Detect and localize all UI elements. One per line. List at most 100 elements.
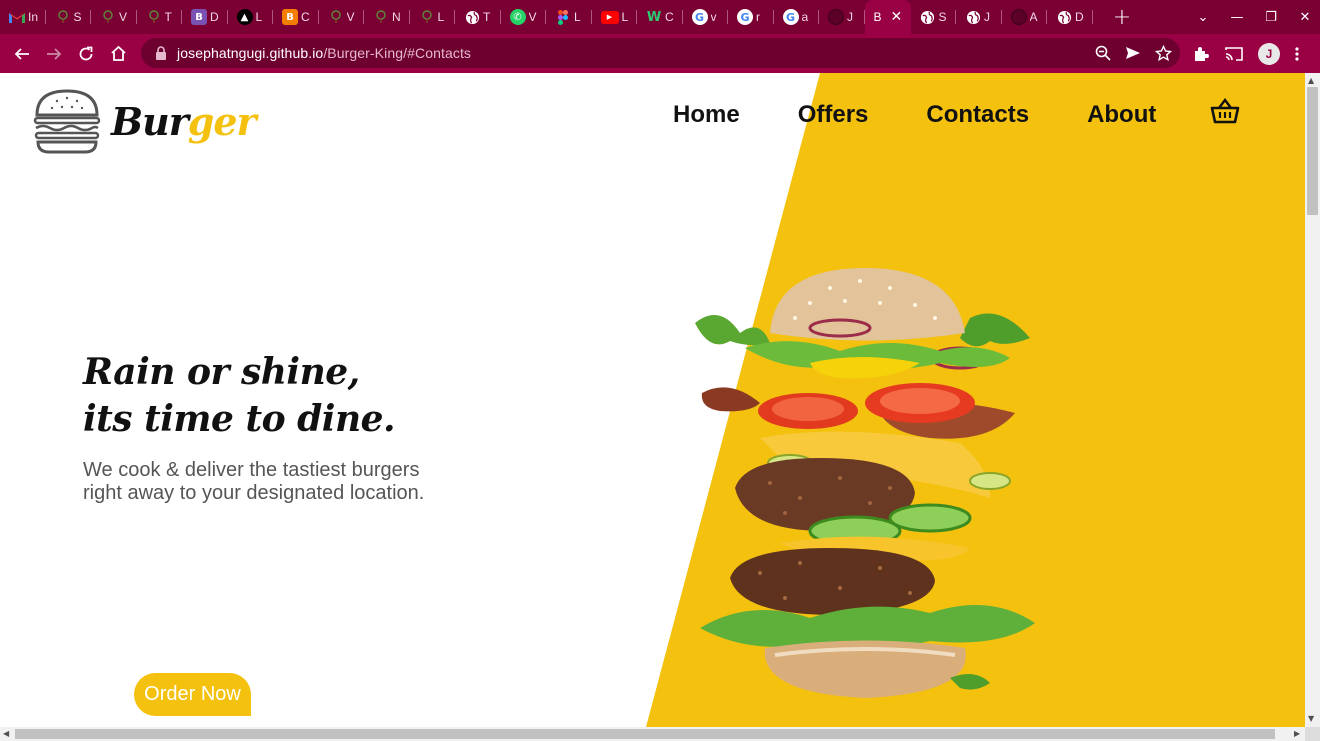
arrow-right-icon	[47, 47, 62, 60]
figma-icon	[555, 9, 571, 25]
scroll-left-icon[interactable]: ◀	[3, 729, 9, 738]
chevron-down-icon[interactable]: ⌄	[1186, 10, 1220, 25]
youtube-icon: ▶	[600, 10, 619, 24]
hero-heading: Rain or shine, its time to dine.	[83, 349, 396, 443]
tab-item[interactable]: V	[319, 0, 365, 34]
forward-button[interactable]	[38, 34, 70, 73]
scroll-up-icon[interactable]: ▲	[1308, 76, 1314, 85]
extensions-icon[interactable]	[1192, 45, 1210, 63]
github-icon	[828, 9, 844, 25]
google-icon: G	[737, 9, 753, 25]
minimize-icon[interactable]: —	[1220, 10, 1254, 25]
send-icon[interactable]	[1125, 45, 1141, 61]
tab-item[interactable]: S	[46, 0, 92, 34]
close-tab-icon[interactable]: ✕	[891, 9, 903, 25]
logo-part-2: ger	[187, 98, 257, 144]
tab-item[interactable]: A	[1002, 0, 1048, 34]
zoom-icon[interactable]	[1095, 45, 1111, 61]
logo-wordmark: Burger	[111, 98, 257, 144]
tab-item[interactable]: B C	[273, 0, 319, 34]
new-tab-button[interactable]: +	[1110, 0, 1134, 34]
kebab-menu-icon[interactable]	[1294, 46, 1300, 62]
window-controls: ⌄ — ❐ ✕	[1186, 0, 1320, 34]
tab-label: J	[984, 10, 990, 24]
order-now-button[interactable]: Order Now	[134, 673, 251, 716]
github-icon	[1010, 9, 1027, 25]
whatsapp-icon: ✆	[509, 9, 526, 25]
url-text: josephatngugi.github.io/Burger-King/#Con…	[177, 45, 471, 61]
back-button[interactable]	[6, 34, 38, 73]
reload-button[interactable]	[70, 34, 102, 73]
tab-label: S	[73, 10, 82, 24]
tab-item[interactable]: W C	[637, 0, 683, 34]
tab-item[interactable]: J	[819, 0, 865, 34]
tab-label: T	[483, 10, 491, 24]
tab-item[interactable]: G r	[728, 0, 774, 34]
plus-icon: +	[1112, 4, 1132, 30]
tab-label: L	[574, 10, 581, 24]
horizontal-scrollbar[interactable]: ◀ ▶	[0, 727, 1305, 741]
tab-label: L	[621, 10, 629, 24]
nav-home[interactable]: Home	[673, 101, 740, 129]
tab-item[interactable]: L	[546, 0, 592, 34]
gmail-icon	[9, 9, 25, 25]
address-bar[interactable]: josephatngugi.github.io/Burger-King/#Con…	[141, 38, 1180, 68]
tab-item[interactable]: ▲ L	[228, 0, 274, 34]
tree-icon	[373, 9, 389, 25]
tab-label: v	[710, 10, 717, 24]
vertical-scrollbar[interactable]: ▲ ▼	[1305, 73, 1320, 727]
maximize-icon[interactable]: ❐	[1254, 10, 1288, 25]
hero-heading-line-1: Rain or shine,	[83, 351, 360, 393]
home-icon	[110, 45, 126, 61]
tree-icon	[55, 9, 71, 25]
nav-contacts[interactable]: Contacts	[926, 101, 1029, 129]
url-path: /Burger-King/#Contacts	[323, 45, 472, 61]
toolbar-actions: J	[1192, 34, 1300, 73]
tab-item[interactable]: V	[91, 0, 137, 34]
blogger-icon: B	[282, 9, 298, 25]
tab-label: T	[164, 10, 172, 24]
tab-label: L	[437, 10, 445, 24]
bootstrap-icon: B	[191, 9, 207, 25]
profile-avatar[interactable]: J	[1258, 42, 1280, 65]
tab-item[interactable]: J	[956, 0, 1002, 34]
tab-item[interactable]: S	[911, 0, 957, 34]
nav-about[interactable]: About	[1087, 101, 1156, 129]
profile-initial: J	[1265, 46, 1273, 61]
tab-label: A	[1029, 10, 1038, 24]
logo-part-1: Bur	[111, 98, 189, 144]
hero-heading-line-2: its time to dine.	[83, 398, 396, 440]
cast-icon[interactable]	[1224, 46, 1244, 62]
tab-label: J	[847, 10, 853, 24]
tab-active[interactable]: B ✕	[864, 0, 911, 34]
tab-item[interactable]: ▶ L	[592, 0, 638, 34]
close-window-icon[interactable]: ✕	[1288, 10, 1320, 25]
star-icon[interactable]	[1155, 44, 1172, 62]
tab-item[interactable]: G v	[683, 0, 729, 34]
site-logo[interactable]: Burger	[33, 87, 257, 155]
tab-item[interactable]: T	[455, 0, 501, 34]
burger-logo-icon	[33, 89, 101, 154]
tab-gmail[interactable]: In	[0, 0, 46, 34]
nav-offers[interactable]: Offers	[798, 101, 869, 129]
scroll-down-icon[interactable]: ▼	[1308, 714, 1314, 723]
w-icon: W	[646, 9, 662, 25]
scroll-right-icon[interactable]: ▶	[1294, 729, 1300, 738]
tab-label: D	[210, 10, 219, 24]
vertical-scroll-thumb[interactable]	[1307, 87, 1318, 215]
tab-label: B	[873, 10, 882, 24]
tab-item[interactable]: B D	[182, 0, 228, 34]
graduation-cap-icon: ▲	[236, 9, 253, 25]
tab-item[interactable]: T	[137, 0, 183, 34]
tab-item[interactable]: L	[410, 0, 456, 34]
tab-item[interactable]: G a	[774, 0, 820, 34]
url-host: josephatngugi.github.io	[177, 45, 324, 61]
tab-item[interactable]: ✆ V	[501, 0, 547, 34]
google-icon: G	[782, 9, 799, 25]
tab-item[interactable]: D	[1047, 0, 1093, 34]
page-viewport: Burger Home Offers Contacts About Rain o…	[0, 73, 1305, 727]
basket-icon[interactable]	[1210, 97, 1240, 125]
tab-item[interactable]: N	[364, 0, 410, 34]
home-button[interactable]	[102, 34, 134, 73]
horizontal-scroll-thumb[interactable]	[15, 729, 1275, 739]
